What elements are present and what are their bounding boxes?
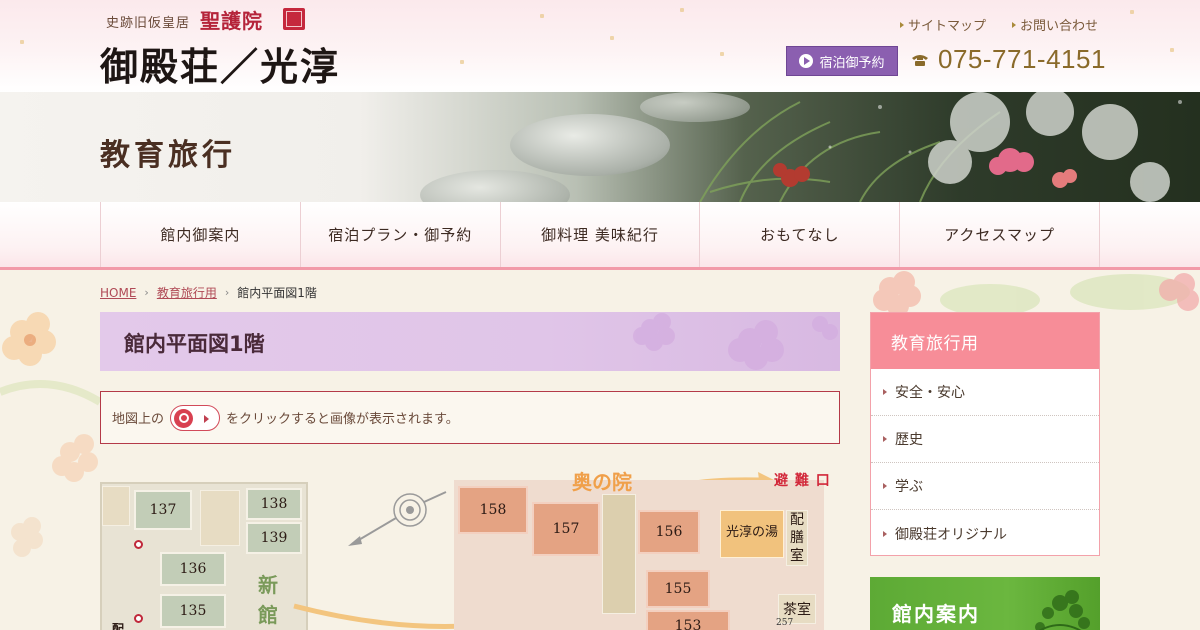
map-marker-icon[interactable] xyxy=(134,540,143,549)
room-138[interactable]: 138 xyxy=(246,488,302,520)
triangle-bullet-icon xyxy=(883,483,887,489)
compass-icon xyxy=(348,491,447,546)
garden-stone xyxy=(510,114,670,176)
confetti-decoration xyxy=(610,36,614,40)
sidebar-item-safety[interactable]: 安全・安心 xyxy=(871,369,1099,416)
hero-banner: 教育旅行 xyxy=(0,92,1200,202)
room-139[interactable]: 139 xyxy=(246,522,302,554)
notice-text-before: 地図上の xyxy=(112,412,165,427)
sidebar-item-label: 御殿荘オリジナル xyxy=(895,526,1007,543)
garden-stone xyxy=(420,170,570,202)
flower-pattern-decoration xyxy=(633,313,838,370)
phone-number[interactable]: 075-771-4151 xyxy=(938,44,1106,75)
sidebar-item-label: 安全・安心 xyxy=(895,385,965,401)
serving-room: 配膳室 xyxy=(786,510,808,566)
room-156[interactable]: 156 xyxy=(638,510,700,554)
breadcrumb-parent-link[interactable]: 教育旅行用 xyxy=(157,284,217,301)
sidebar-item-history[interactable]: 歴史 xyxy=(871,416,1099,463)
sidebar-item-original[interactable]: 御殿荘オリジナル xyxy=(871,510,1099,557)
phone-icon xyxy=(912,55,928,66)
emergency-exit-label: 避 難 口 xyxy=(774,473,831,489)
oku-no-in-label: 奥の院 xyxy=(572,470,632,494)
confetti-decoration xyxy=(540,14,544,18)
plum-blossom-decoration xyxy=(0,312,100,557)
corridor-block xyxy=(602,494,636,614)
corridor-block xyxy=(200,490,240,546)
page-title-banner: 館内平面図1階 xyxy=(100,312,840,371)
triangle-bullet-icon xyxy=(883,389,887,395)
confetti-decoration xyxy=(680,8,684,12)
sidebar-item-label: 歴史 xyxy=(895,432,923,448)
contact-link[interactable]: お問い合わせ xyxy=(1012,15,1098,34)
contact-link-label: お問い合わせ xyxy=(1020,19,1099,34)
arrow-right-icon xyxy=(204,414,210,423)
room-137[interactable]: 137 xyxy=(134,490,192,530)
map-notice: 地図上の をクリックすると画像が表示されます。 xyxy=(100,391,840,444)
room-157[interactable]: 157 xyxy=(532,502,600,556)
room-158[interactable]: 158 xyxy=(458,486,528,534)
nav-item-plans-reservation[interactable]: 宿泊プラン・御予約 xyxy=(301,202,501,267)
room-135[interactable]: 135 xyxy=(160,594,226,628)
red-seal-icon xyxy=(283,8,305,30)
nav-item-access-map[interactable]: アクセスマップ xyxy=(900,202,1100,267)
confetti-decoration xyxy=(1170,48,1174,52)
confetti-decoration xyxy=(720,52,724,56)
new-wing-label: 新館 xyxy=(258,573,278,627)
sidebar-heading: 教育旅行用 xyxy=(871,313,1099,369)
zoom-button-sample xyxy=(170,404,221,431)
confetti-decoration xyxy=(1130,10,1134,14)
breadcrumb-home-link[interactable]: HOME xyxy=(100,286,136,300)
chevron-right-icon: › xyxy=(144,286,149,299)
room-label-corner: 配 xyxy=(112,622,125,630)
facility-guide-banner[interactable]: 館内案内 xyxy=(870,577,1100,630)
room-155[interactable]: 155 xyxy=(646,570,710,608)
nav-item-facility-guide[interactable]: 館内御案内 xyxy=(101,202,301,267)
confetti-decoration xyxy=(20,40,24,44)
notice-text-after: をクリックすると画像が表示されます。 xyxy=(226,412,459,427)
sitemap-link[interactable]: サイトマップ xyxy=(900,15,986,34)
sitemap-link-label: サイトマップ xyxy=(908,19,987,34)
reservation-button-label: 宿泊御予約 xyxy=(819,55,885,71)
sidebar-item-label: 学ぶ xyxy=(895,479,923,495)
site-logo[interactable]: 御殿荘／光淳 xyxy=(100,36,340,91)
magnifier-icon xyxy=(174,408,194,428)
kojun-bath[interactable]: 光淳の湯 xyxy=(720,510,784,558)
corridor-block xyxy=(102,486,130,526)
global-nav: 館内御案内 宿泊プラン・御予約 御料理 美味紀行 おもてなし アクセスマップ xyxy=(0,202,1200,270)
triangle-bullet-icon xyxy=(1012,21,1016,28)
confetti-decoration xyxy=(460,60,464,64)
reservation-button[interactable]: 宿泊御予約 xyxy=(786,46,898,76)
room-153[interactable]: 153 xyxy=(646,610,730,630)
sidebar-item-learn[interactable]: 学ぶ xyxy=(871,463,1099,510)
floor-plan-map: 137 138 139 136 135 配 新館 158 157 156 155… xyxy=(100,470,840,630)
play-circle-icon xyxy=(799,54,814,68)
triangle-bullet-icon xyxy=(883,530,887,537)
site-header: 史跡旧仮皇居 聖護院 御殿荘／光淳 サイトマップ お問い合わせ 宿泊御予約 07… xyxy=(0,0,1200,92)
hero-title: 教育旅行 xyxy=(100,138,236,173)
logo-subtitle: 史跡旧仮皇居 xyxy=(106,16,191,31)
nav-item-hospitality[interactable]: おもてなし xyxy=(700,202,901,267)
breadcrumb: HOME › 教育旅行用 › 館内平面図1階 xyxy=(100,284,317,301)
page-title: 館内平面図1階 xyxy=(124,332,265,356)
flower-decoration xyxy=(1035,590,1090,630)
nav-item-cuisine[interactable]: 御料理 美味紀行 xyxy=(501,202,701,267)
breadcrumb-current: 館内平面図1階 xyxy=(237,286,317,300)
map-marker-icon[interactable] xyxy=(134,614,143,623)
room-136[interactable]: 136 xyxy=(160,552,226,586)
chevron-right-icon: › xyxy=(224,286,230,299)
facility-guide-banner-label: 館内案内 xyxy=(892,602,980,626)
garden-flowers-decoration xyxy=(699,92,1182,202)
tea-room-number: 257 xyxy=(776,618,794,628)
triangle-bullet-icon xyxy=(900,21,904,28)
triangle-bullet-icon xyxy=(883,436,887,442)
sidebar-menu: 教育旅行用 安全・安心 歴史 学ぶ 御殿荘オリジナル xyxy=(870,312,1100,556)
logo-temple-name: 聖護院 xyxy=(200,9,263,33)
